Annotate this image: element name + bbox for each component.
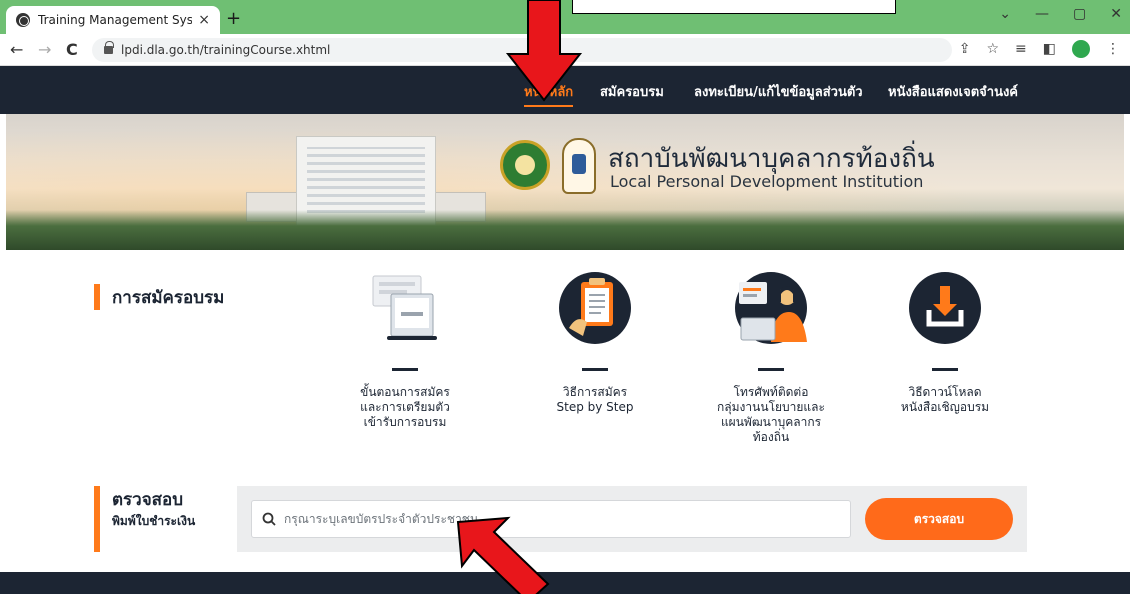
- toolbar-icons: ⇪ ☆ ≡ ◧ ⋮: [959, 40, 1120, 58]
- registration-form-icon: [365, 268, 445, 348]
- maximize-icon[interactable]: ▢: [1073, 6, 1086, 22]
- feature-label-line: วิธีดาวน์โหลด: [908, 385, 982, 399]
- share-icon[interactable]: ⇪: [959, 41, 971, 57]
- ministry-seal-logo-icon: [500, 140, 550, 190]
- annotation-arrow-up-icon: [456, 516, 550, 594]
- feature-divider: [932, 368, 958, 371]
- section-accent-bar: [94, 284, 100, 310]
- reading-list-icon[interactable]: ≡: [1015, 41, 1027, 57]
- feature-label-line: ขั้นตอนการสมัคร: [360, 385, 450, 399]
- nav-item-register-edit-profile[interactable]: ลงทะเบียน/แก้ไขข้อมูลส่วนตัว: [694, 81, 863, 102]
- banner-treeline: [6, 210, 1124, 250]
- profile-avatar-icon[interactable]: [1072, 40, 1090, 58]
- tab-close-icon[interactable]: ×: [198, 12, 210, 28]
- minimize-icon[interactable]: —: [1035, 6, 1049, 22]
- feature-label-line: วิธีการสมัคร: [562, 385, 628, 399]
- back-icon[interactable]: ←: [10, 40, 23, 59]
- more-menu-icon[interactable]: ⋮: [1106, 41, 1120, 57]
- footer-band: [0, 572, 1130, 594]
- side-panel-icon[interactable]: ◧: [1043, 41, 1056, 57]
- feature-label-line: หนังสือเชิญอบรม: [900, 400, 990, 414]
- feature-divider: [582, 368, 608, 371]
- search-icon: [262, 512, 276, 526]
- check-button[interactable]: ตรวจสอบ: [865, 498, 1013, 540]
- check-panel: ตรวจสอบ: [237, 486, 1027, 552]
- feature-registration-steps[interactable]: ขั้นตอนการสมัคร และการเตรียมตัว เข้ารับก…: [330, 268, 480, 430]
- call-center-icon: [731, 268, 811, 348]
- feature-label: โทรศัพท์ติดต่อ กลุ่มงานนโยบายและ แผนพัฒน…: [696, 385, 846, 445]
- citizen-id-input[interactable]: [284, 512, 850, 526]
- close-window-icon[interactable]: ✕: [1110, 6, 1122, 22]
- feature-download-invitation[interactable]: วิธีดาวน์โหลด หนังสือเชิญอบรม: [870, 268, 1020, 415]
- feature-label: วิธีการสมัคร Step by Step: [520, 385, 670, 415]
- feature-label: ขั้นตอนการสมัคร และการเตรียมตัว เข้ารับก…: [330, 385, 480, 430]
- feature-divider: [758, 368, 784, 371]
- check-section-subtitle: พิมพ์ใบชำระเงิน: [112, 514, 196, 528]
- bookmark-star-icon[interactable]: ☆: [986, 41, 999, 57]
- feature-label-line: โทรศัพท์ติดต่อ: [733, 385, 809, 399]
- feature-label-line: ท้องถิ่น: [752, 430, 790, 444]
- nav-item-letter-of-intent[interactable]: หนังสือแสดงเจตจำนงค์: [888, 81, 1018, 102]
- annotation-arrow-down-icon: [505, 0, 583, 102]
- globe-icon: [16, 13, 30, 27]
- tab-search-chevron-icon[interactable]: ⌄: [999, 6, 1011, 22]
- annotation-callout-box: [572, 0, 896, 14]
- banner-title-english: Local Personal Development Institution: [610, 172, 924, 191]
- lock-icon: [104, 41, 114, 54]
- check-section-accent-bar: [94, 486, 100, 552]
- reload-icon[interactable]: C: [66, 40, 78, 59]
- feature-divider: [392, 368, 418, 371]
- check-section-title: ตรวจสอบ: [112, 490, 184, 510]
- page: Training Management System × + ⌄ — ▢ ✕ ←…: [0, 0, 1130, 594]
- feature-step-by-step[interactable]: วิธีการสมัคร Step by Step: [520, 268, 670, 415]
- feature-label-line: แผนพัฒนาบุคลากร: [720, 415, 822, 429]
- checklist-icon: [555, 268, 635, 348]
- forward-icon[interactable]: →: [38, 40, 51, 59]
- feature-label-line: เข้ารับการอบรม: [363, 415, 447, 429]
- apply-section-title: การสมัครอบรม: [112, 288, 225, 308]
- window-controls: ⌄ — ▢ ✕: [999, 6, 1122, 22]
- browser-tab[interactable]: Training Management System ×: [6, 6, 220, 34]
- feature-contact-phone[interactable]: โทรศัพท์ติดต่อ กลุ่มงานนโยบายและ แผนพัฒน…: [696, 268, 846, 445]
- nav-item-apply-training[interactable]: สมัครอบรม: [600, 81, 664, 102]
- tab-title: Training Management System: [38, 13, 193, 27]
- feature-label-line: และการเตรียมตัว: [360, 400, 450, 414]
- institute-emblem-logo-icon: [562, 138, 596, 194]
- download-icon: [905, 268, 985, 348]
- feature-label: วิธีดาวน์โหลด หนังสือเชิญอบรม: [870, 385, 1020, 415]
- feature-label-line: กลุ่มงานนโยบายและ: [717, 400, 825, 414]
- new-tab-icon[interactable]: +: [226, 8, 241, 29]
- url-text: lpdi.dla.go.th/trainingCourse.xhtml: [121, 43, 331, 57]
- hero-banner: สถาบันพัฒนาบุคลากรท้องถิ่น Local Persona…: [6, 114, 1124, 250]
- feature-label-line: Step by Step: [556, 400, 634, 414]
